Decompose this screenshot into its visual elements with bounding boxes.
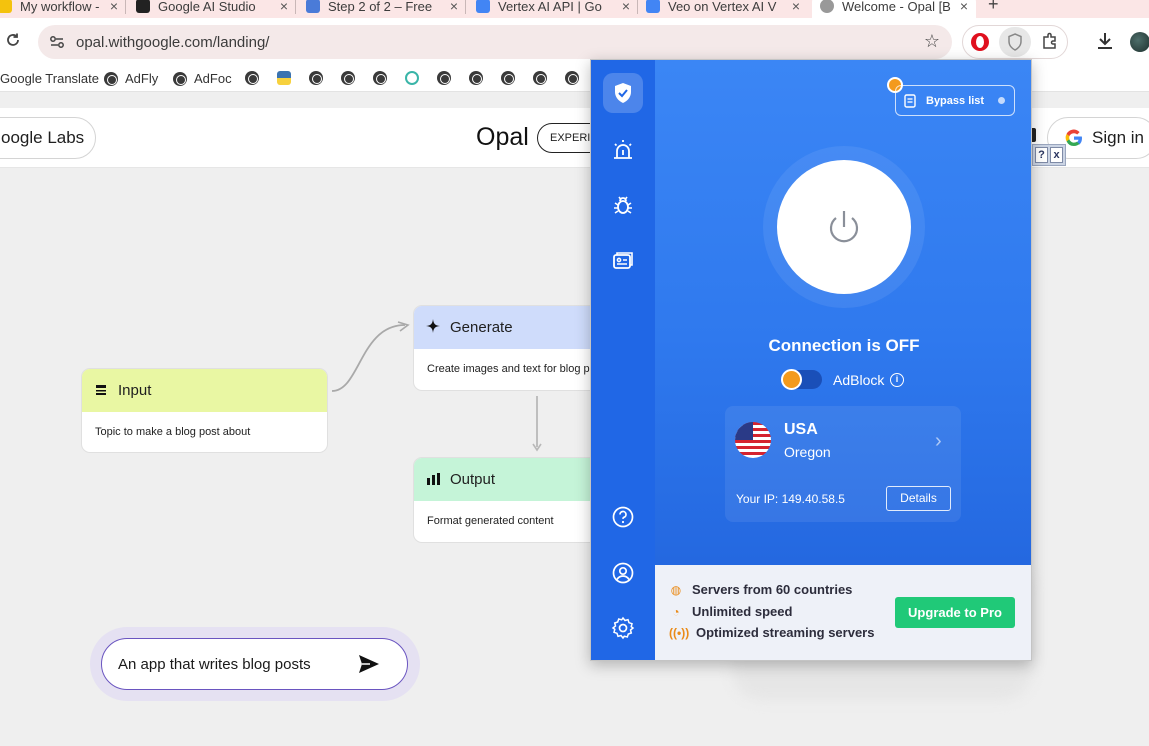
vpn-sidebar bbox=[591, 60, 655, 660]
info-icon[interactable]: i bbox=[890, 373, 904, 387]
siren-icon bbox=[614, 140, 632, 159]
help-icon bbox=[612, 506, 634, 528]
feature-streaming: ((•)) Optimized streaming servers bbox=[669, 625, 874, 640]
location-country: USA bbox=[784, 421, 818, 438]
prompt-input[interactable]: An app that writes blog posts bbox=[101, 638, 408, 690]
gear-icon bbox=[611, 616, 635, 640]
feature-label: Optimized streaming servers bbox=[696, 625, 875, 640]
connect-power-button[interactable] bbox=[777, 160, 911, 294]
connection-status: Connection is OFF bbox=[768, 336, 920, 355]
node-title: Output bbox=[450, 471, 496, 488]
sparkle-icon bbox=[426, 319, 440, 336]
usa-flag-icon bbox=[735, 422, 771, 458]
globe-icon: ◍ bbox=[670, 582, 682, 597]
input-node[interactable]: Input Topic to make a blog post about bbox=[81, 368, 328, 453]
user-icon bbox=[612, 562, 634, 584]
speedometer-icon: ◔ bbox=[672, 604, 680, 619]
feature-label: Servers from 60 countries bbox=[692, 582, 853, 597]
power-icon bbox=[829, 211, 859, 243]
bypass-list-label: Bypass list bbox=[926, 94, 985, 107]
pro-upsell-panel: ◍ Servers from 60 countries ◔ Unlimited … bbox=[655, 565, 1031, 660]
feature-speed: ◔ Unlimited speed bbox=[669, 604, 792, 619]
vpn-extension-popup: Bypass list Connection is OFF AdBlock i … bbox=[590, 59, 1032, 661]
generate-node[interactable]: Generate Create images and text for blog… bbox=[413, 305, 603, 391]
id-card-icon bbox=[613, 252, 633, 269]
vpn-settings-button[interactable] bbox=[603, 608, 643, 648]
bypass-status-dot bbox=[998, 97, 1005, 104]
help-button[interactable]: ? bbox=[1035, 147, 1048, 163]
shield-check-icon bbox=[615, 83, 631, 103]
vpn-help-button[interactable] bbox=[603, 497, 643, 537]
bug-icon bbox=[614, 196, 632, 214]
node-title: Input bbox=[118, 382, 152, 399]
vpn-tab-id-protect[interactable] bbox=[603, 241, 643, 281]
bar-chart-icon bbox=[426, 472, 440, 488]
upgrade-to-pro-button[interactable]: Upgrade to Pro bbox=[895, 597, 1015, 628]
broadcast-icon: ((•)) bbox=[669, 625, 690, 640]
crown-toggle-knob bbox=[781, 369, 802, 390]
node-title: Generate bbox=[450, 319, 513, 336]
node-description: Format generated content bbox=[427, 515, 554, 527]
ip-address: Your IP: 149.40.58.5 bbox=[736, 492, 845, 506]
node-description: Create images and text for blog p bbox=[427, 363, 590, 375]
location-selector[interactable]: USA Oregon › Your IP: 149.40.58.5 Detail… bbox=[725, 406, 961, 522]
input-icon bbox=[94, 383, 108, 399]
vpn-main-panel: Bypass list Connection is OFF AdBlock i … bbox=[655, 60, 1031, 565]
node-description: Topic to make a blog post about bbox=[95, 426, 251, 438]
close-button[interactable]: x bbox=[1050, 147, 1063, 163]
vpn-tab-protection[interactable] bbox=[603, 73, 643, 113]
chevron-right-icon: › bbox=[935, 430, 942, 452]
feature-servers: ◍ Servers from 60 countries bbox=[669, 582, 853, 597]
details-button[interactable]: Details bbox=[886, 486, 951, 511]
location-region: Oregon bbox=[784, 444, 831, 460]
vpn-tab-malware[interactable] bbox=[603, 185, 643, 225]
send-icon[interactable] bbox=[358, 654, 380, 674]
help-close-widget: ? x bbox=[1032, 144, 1066, 166]
feature-label: Unlimited speed bbox=[692, 604, 793, 619]
output-node[interactable]: Output Format generated content bbox=[413, 457, 603, 543]
list-icon bbox=[904, 93, 916, 108]
bypass-list-button[interactable]: Bypass list bbox=[895, 85, 1015, 116]
adblock-toggle[interactable] bbox=[781, 369, 822, 390]
prompt-text[interactable]: An app that writes blog posts bbox=[118, 656, 311, 673]
vpn-account-button[interactable] bbox=[603, 553, 643, 593]
adblock-label: AdBlock bbox=[833, 372, 885, 388]
vpn-tab-alerts[interactable] bbox=[603, 130, 643, 170]
